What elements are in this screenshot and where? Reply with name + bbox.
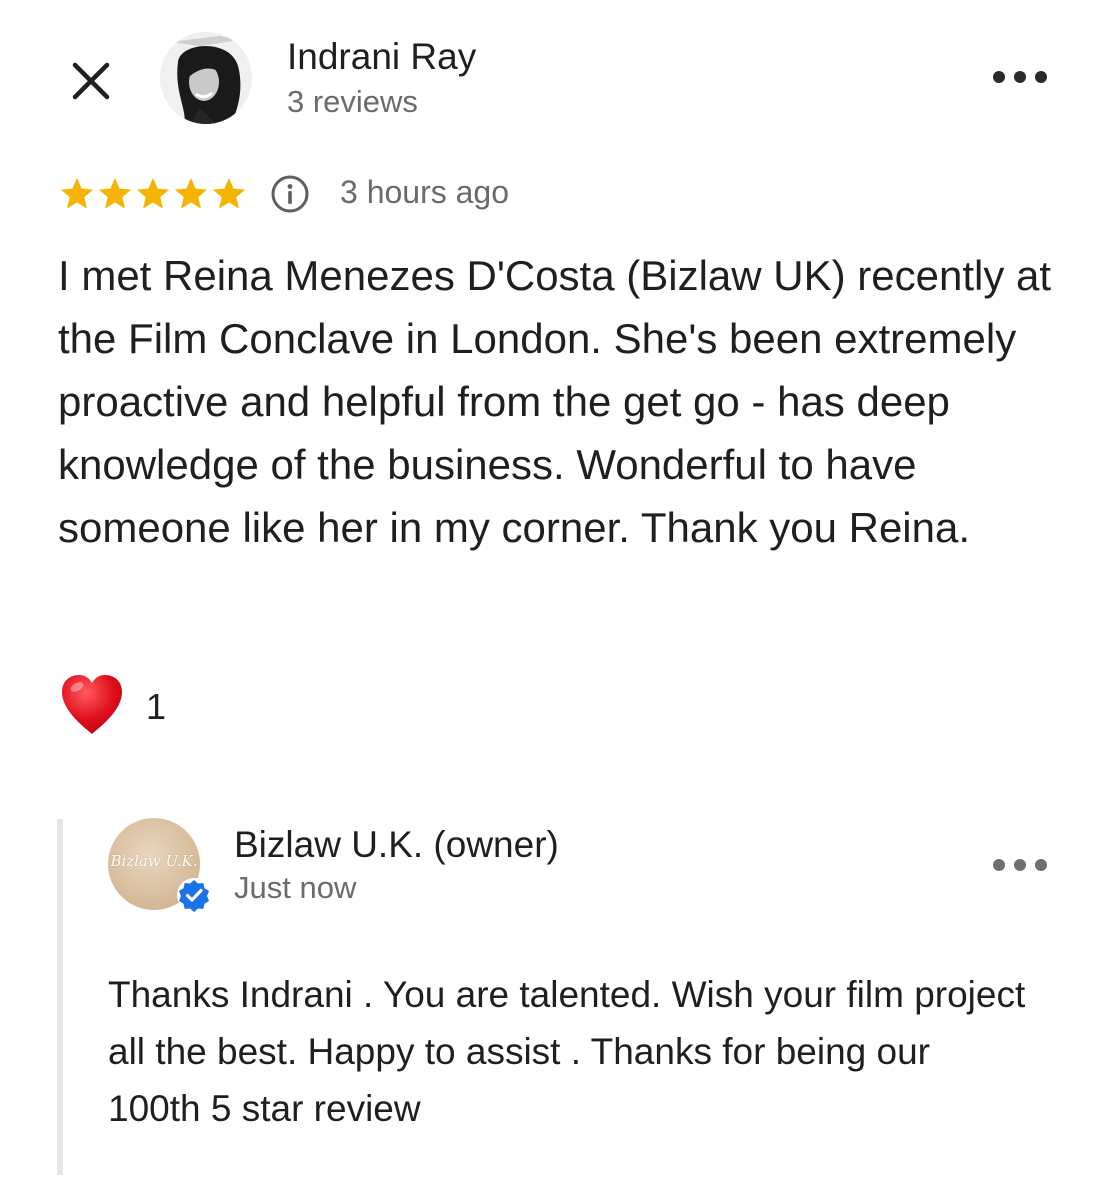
more-options-icon-dot (1014, 859, 1026, 871)
more-options-icon-dot (1035, 71, 1047, 83)
heart-icon (62, 675, 122, 734)
rating-info-button[interactable] (270, 174, 310, 214)
owner-reply-timestamp: Just now (234, 870, 357, 905)
star-rating (58, 172, 248, 216)
reply-more-options-button[interactable] (993, 850, 1047, 880)
star-icon (60, 177, 94, 209)
owner-reply-text: Thanks Indrani . You are talented. Wish … (108, 974, 1026, 1129)
reply-indent-bar (57, 819, 63, 1175)
review-more-options-button[interactable] (993, 62, 1047, 92)
more-options-icon (993, 859, 1005, 871)
star-icon (174, 177, 208, 209)
reviewer-name[interactable]: Indrani Ray (287, 36, 476, 78)
verified-badge (176, 877, 212, 913)
reviewer-review-count[interactable]: 3 reviews (287, 84, 418, 120)
heart-reaction-button[interactable] (58, 672, 126, 738)
review-text: I met Reina Menezes D'Costa (Bizlaw UK) … (58, 252, 1052, 551)
reaction-count: 1 (146, 686, 167, 727)
review-timestamp: 3 hours ago (340, 174, 510, 210)
more-options-icon (993, 71, 1005, 83)
close-icon (72, 62, 110, 100)
more-options-icon-dot (1014, 71, 1026, 83)
more-options-icon-dot (1035, 859, 1047, 871)
owner-logo: Bizlaw U.K. (110, 852, 198, 870)
reviewer-photo (160, 32, 252, 124)
owner-name[interactable]: Bizlaw U.K. (owner) (234, 824, 559, 866)
star-icon (212, 177, 246, 209)
star-icon (98, 177, 132, 209)
star-icon (136, 177, 170, 209)
close-button[interactable] (62, 52, 120, 110)
info-icon (271, 175, 309, 213)
reviewer-avatar[interactable] (160, 32, 252, 124)
verified-badge-icon (177, 878, 211, 912)
